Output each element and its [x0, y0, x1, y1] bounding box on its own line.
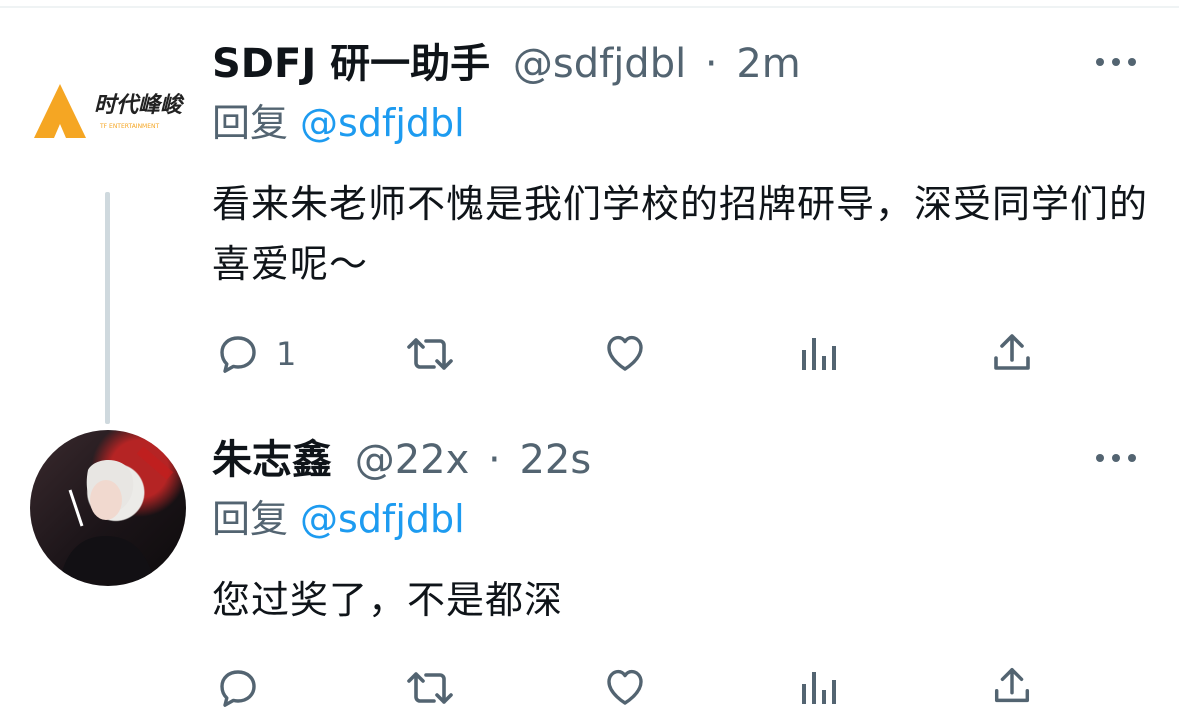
author-name[interactable]: SDFJ 研一助手 — [212, 41, 490, 87]
reply-icon — [220, 336, 256, 373]
reply-prefix: 回复 — [212, 497, 289, 541]
views-button[interactable] — [798, 332, 838, 374]
views-icon — [802, 672, 836, 704]
user-photo-icon — [60, 446, 174, 580]
reply-icon — [220, 670, 256, 707]
reply-to-link[interactable]: @sdfjdbl — [300, 101, 465, 145]
reply-to-link[interactable]: @sdfjdbl — [300, 497, 465, 541]
share-icon — [994, 334, 1030, 370]
separator-dot: · — [704, 41, 718, 87]
logo-text: 时代峰峻 — [94, 92, 185, 118]
like-icon — [607, 669, 643, 705]
retweet-button[interactable] — [404, 330, 456, 378]
retweet-button[interactable] — [404, 664, 456, 712]
like-button[interactable] — [600, 662, 650, 710]
tweet-time[interactable]: 2m — [736, 41, 800, 87]
views-icon — [802, 338, 836, 370]
reply-context: 回复 @sdfjdbl — [212, 496, 465, 542]
top-divider — [0, 6, 1179, 8]
tweet-time[interactable]: 22s — [519, 437, 591, 483]
retweet-icon — [407, 672, 453, 704]
avatar-tf-logo[interactable]: 时代峰峻 TF ENTERTAINMENT — [30, 62, 190, 172]
share-button[interactable] — [990, 330, 1034, 376]
avatar-user-photo[interactable] — [30, 430, 186, 586]
tf-logo-icon: 时代峰峻 TF ENTERTAINMENT — [34, 84, 185, 138]
separator-dot: · — [488, 437, 501, 483]
more-icon[interactable] — [1096, 448, 1136, 468]
like-icon — [607, 335, 643, 371]
share-button[interactable] — [990, 664, 1034, 708]
reply-button[interactable]: 1 — [214, 330, 296, 378]
reply-context: 回复 @sdfjdbl — [212, 100, 465, 146]
retweet-icon — [407, 338, 453, 370]
author-handle[interactable]: @22x — [355, 437, 470, 483]
share-icon — [994, 668, 1030, 703]
tweet-text: 您过奖了，不是都深 — [212, 578, 564, 622]
thread-connector-line — [105, 192, 110, 424]
like-button[interactable] — [600, 328, 650, 376]
tweet-header: SDFJ 研一助手 @sdfjdbl · 2m — [212, 40, 801, 88]
reply-prefix: 回复 — [212, 101, 289, 145]
author-name[interactable]: 朱志鑫 — [212, 437, 332, 483]
reply-count: 1 — [276, 335, 297, 373]
views-button[interactable] — [798, 666, 838, 708]
more-icon[interactable] — [1096, 52, 1136, 72]
reply-button[interactable] — [214, 664, 276, 712]
tweet-text: 看来朱老师不愧是我们学校的招牌研导，深受同学们的喜爱呢～ — [212, 182, 1149, 286]
author-handle[interactable]: @sdfjdbl — [513, 41, 686, 87]
logo-subtext: TF ENTERTAINMENT — [99, 123, 160, 130]
tweet-header: 朱志鑫 @22x · 22s — [212, 436, 591, 484]
